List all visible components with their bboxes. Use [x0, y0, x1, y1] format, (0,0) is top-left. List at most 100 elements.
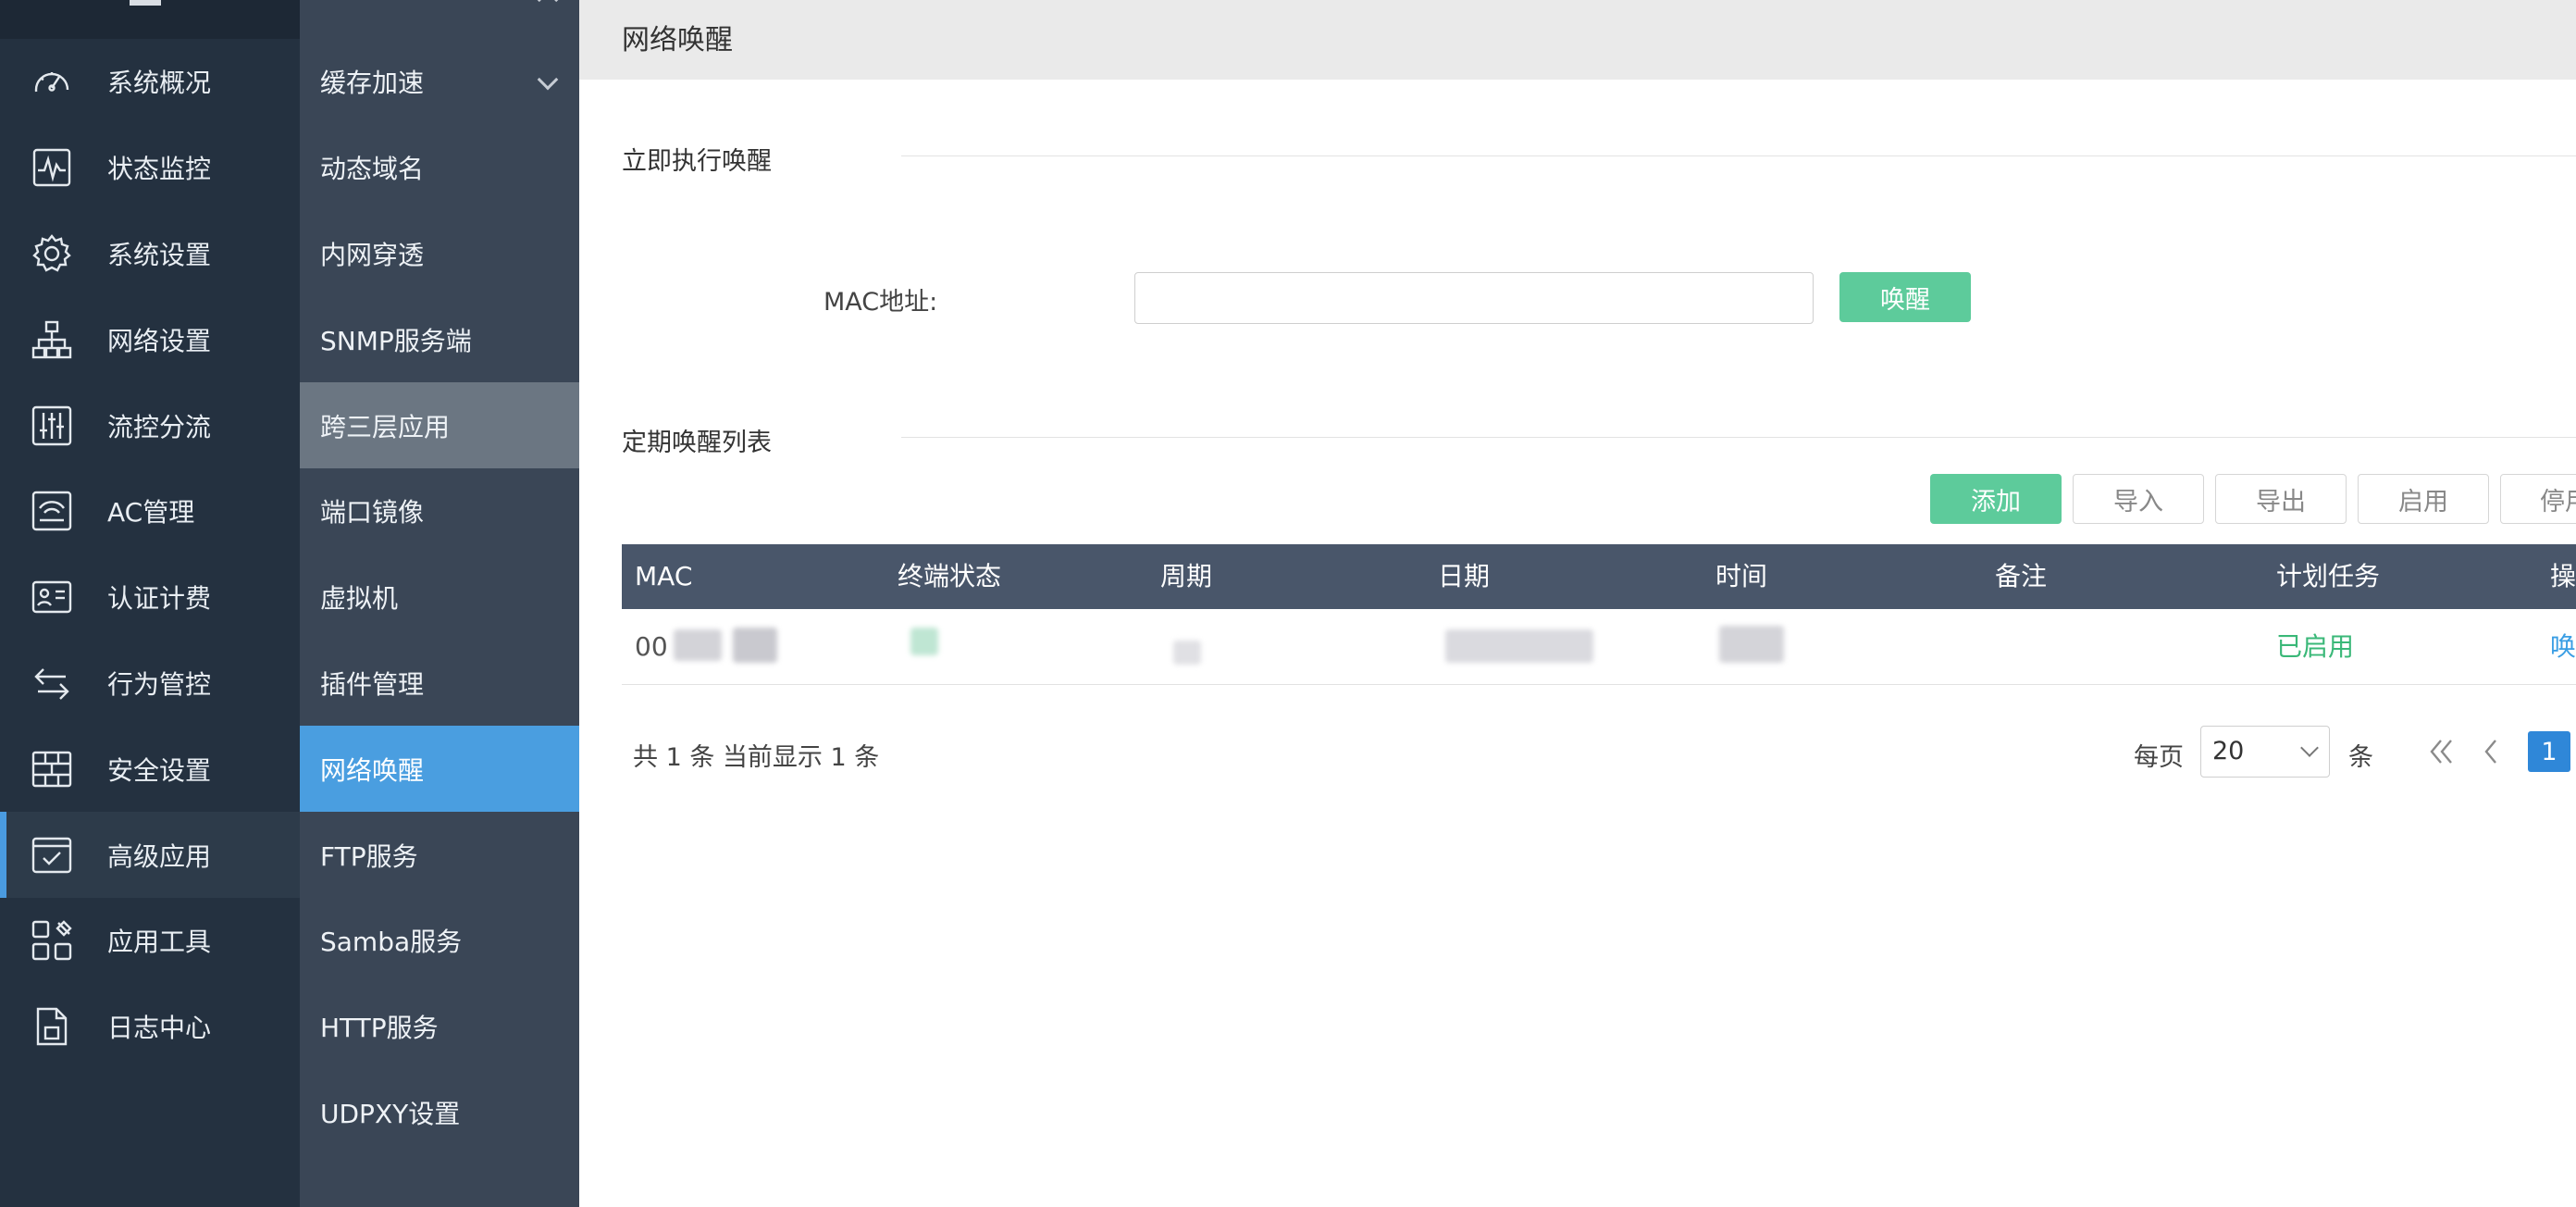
menu-toggle-icon[interactable]	[130, 0, 161, 6]
column-header-terminal-status: 终端状态	[898, 561, 1002, 591]
first-page-icon[interactable]	[2422, 733, 2459, 770]
subnav-item-label: 缓存加速	[320, 68, 425, 99]
column-header-mac: MAC	[635, 561, 693, 591]
subnav-item-snmp-server[interactable]: SNMP服务端	[300, 296, 579, 382]
column-header-operation: 操作	[2550, 561, 2576, 591]
table-summary: 共 1 条 当前显示 1 条	[633, 743, 880, 772]
subnav-item-label: 内网穿透	[320, 239, 425, 270]
subnav-item-label: UDPXY设置	[320, 1098, 461, 1129]
section-title-wake-now: 立即执行唤醒	[622, 147, 772, 176]
sidebar-item-label: 认证计费	[107, 583, 212, 615]
redacted-date	[1445, 629, 1593, 663]
column-header-time: 时间	[1715, 561, 1768, 591]
per-page-unit: 条	[2348, 743, 2373, 772]
subnav-item-samba-service[interactable]: Samba服务	[300, 898, 579, 984]
subnav-item-cross-layer3[interactable]: 跨三层应用	[300, 382, 579, 468]
sidebar-item-network-settings[interactable]: 网络设置	[0, 296, 300, 382]
pulse-monitor-icon	[31, 146, 73, 189]
sidebar-item-app-tools[interactable]: 应用工具	[0, 898, 300, 984]
main-content: 网络唤醒 立即执行唤醒 MAC地址: 唤醒 定期唤醒列表 添加 导入 导出 启用…	[579, 0, 2576, 1207]
subnav-item-ftp-service[interactable]: FTP服务	[300, 812, 579, 898]
subnav-item-ddns[interactable]: 动态域名	[300, 125, 579, 211]
secondary-menu: 缓存加速 动态域名 内网穿透 SNMP服务端 跨三层应用 端口镜像 虚拟机 插件…	[300, 39, 579, 1155]
wake-button[interactable]: 唤醒	[1839, 272, 1971, 322]
secondary-sidebar: 缓存加速 动态域名 内网穿透 SNMP服务端 跨三层应用 端口镜像 虚拟机 插件…	[300, 0, 579, 1207]
section-title-schedule-list: 定期唤醒列表	[622, 429, 772, 457]
arrows-exchange-icon	[31, 662, 73, 704]
page-header: 网络唤醒	[579, 0, 2576, 80]
table-row: 00 已启用 唤醒	[622, 609, 2576, 685]
per-page-label: 每页	[2134, 743, 2184, 772]
subnav-item-virtual-machine[interactable]: 虚拟机	[300, 554, 579, 641]
sidebar-header	[0, 0, 300, 39]
sidebar-item-security[interactable]: 安全设置	[0, 726, 300, 812]
import-button[interactable]: 导入	[2073, 474, 2204, 524]
enable-button[interactable]: 启用	[2358, 474, 2489, 524]
subnav-item-label: SNMP服务端	[320, 325, 472, 356]
sidebar-item-label: 高级应用	[107, 840, 212, 872]
export-button[interactable]: 导出	[2215, 474, 2347, 524]
redacted-cycle	[1173, 641, 1201, 665]
sidebar-item-label: 行为管控	[107, 668, 212, 700]
sidebar-item-system-settings[interactable]: 系统设置	[0, 211, 300, 297]
redacted-mac	[674, 629, 722, 661]
subnav-item-label: 动态域名	[320, 154, 425, 185]
subnav-item-partial[interactable]	[300, 0, 579, 22]
sidebar-item-traffic-control[interactable]: 流控分流	[0, 382, 300, 468]
mac-address-label: MAC地址:	[824, 288, 938, 317]
subnav-item-port-mirror[interactable]: 端口镜像	[300, 468, 579, 554]
table-header: MAC 终端状态 周期 日期 时间 备注 计划任务 操作	[622, 544, 2576, 609]
sidebar-item-label: 安全设置	[107, 754, 212, 786]
subnav-item-cache-acceleration[interactable]: 缓存加速	[300, 39, 579, 125]
sidebar-item-overview[interactable]: 系统概况	[0, 39, 300, 125]
per-page-select[interactable]: 20	[2200, 726, 2330, 778]
checked-window-icon	[31, 834, 73, 877]
subnav-item-http-service[interactable]: HTTP服务	[300, 984, 579, 1070]
disable-button[interactable]: 停用	[2500, 474, 2576, 524]
mac-address-input[interactable]	[1134, 272, 1814, 324]
column-header-date: 日期	[1438, 561, 1491, 591]
sidebar-item-log-center[interactable]: 日志中心	[0, 984, 300, 1070]
per-page-value: 20	[2212, 737, 2245, 765]
sidebar-item-auth-billing[interactable]: 认证计费	[0, 554, 300, 641]
column-header-cycle: 周期	[1160, 561, 1213, 591]
section-divider	[901, 437, 2576, 438]
subnav-item-nat-traversal[interactable]: 内网穿透	[300, 211, 579, 297]
sidebar-item-ac-management[interactable]: AC管理	[0, 468, 300, 554]
subnav-item-udpxy-settings[interactable]: UDPXY设置	[300, 1070, 579, 1156]
primary-sidebar: 系统概况 状态监控 系统设置 网络设置 流控分流 AC管理 认证计费 行为管控 …	[0, 0, 300, 1207]
add-button[interactable]: 添加	[1930, 474, 2062, 524]
sidebar-item-behavior-control[interactable]: 行为管控	[0, 641, 300, 727]
subnav-item-label: 插件管理	[320, 668, 425, 700]
dashboard-icon	[31, 60, 73, 104]
subnav-item-plugin-management[interactable]: 插件管理	[300, 641, 579, 727]
chevron-up-icon	[537, 0, 559, 11]
sidebar-item-label: 流控分流	[107, 411, 212, 442]
cell-mac: 00	[635, 631, 668, 662]
cell-wake-link[interactable]: 唤醒	[2550, 609, 2576, 685]
column-header-remark: 备注	[1995, 561, 2048, 591]
redacted-time	[1719, 626, 1784, 663]
subnav-item-label: 虚拟机	[320, 583, 399, 615]
sidebar-item-label: 状态监控	[107, 154, 212, 185]
wifi-router-icon	[31, 490, 73, 532]
log-document-icon	[31, 1005, 73, 1048]
sidebar-item-monitor[interactable]: 状态监控	[0, 125, 300, 211]
app-grid-icon	[31, 919, 73, 962]
previous-page-icon[interactable]	[2472, 733, 2509, 770]
sidebar-item-label: 系统概况	[107, 68, 212, 99]
subnav-item-wake-on-lan[interactable]: 网络唤醒	[300, 726, 579, 813]
sidebar-item-advanced-apps[interactable]: 高级应用	[0, 812, 300, 898]
sliders-icon	[31, 404, 73, 447]
subnav-item-label: Samba服务	[320, 927, 463, 958]
subnav-item-label: 端口镜像	[320, 497, 425, 529]
sidebar-item-label: AC管理	[107, 497, 195, 529]
primary-menu: 系统概况 状态监控 系统设置 网络设置 流控分流 AC管理 认证计费 行为管控 …	[0, 39, 300, 1070]
chevron-down-icon	[537, 68, 559, 91]
subnav-item-label: FTP服务	[320, 840, 418, 872]
column-header-schedule-task: 计划任务	[2276, 561, 2381, 591]
subnav-item-label: HTTP服务	[320, 1013, 439, 1044]
network-topology-icon	[31, 318, 73, 361]
page-number-current[interactable]: 1	[2528, 731, 2570, 772]
sidebar-item-label: 系统设置	[107, 239, 212, 270]
